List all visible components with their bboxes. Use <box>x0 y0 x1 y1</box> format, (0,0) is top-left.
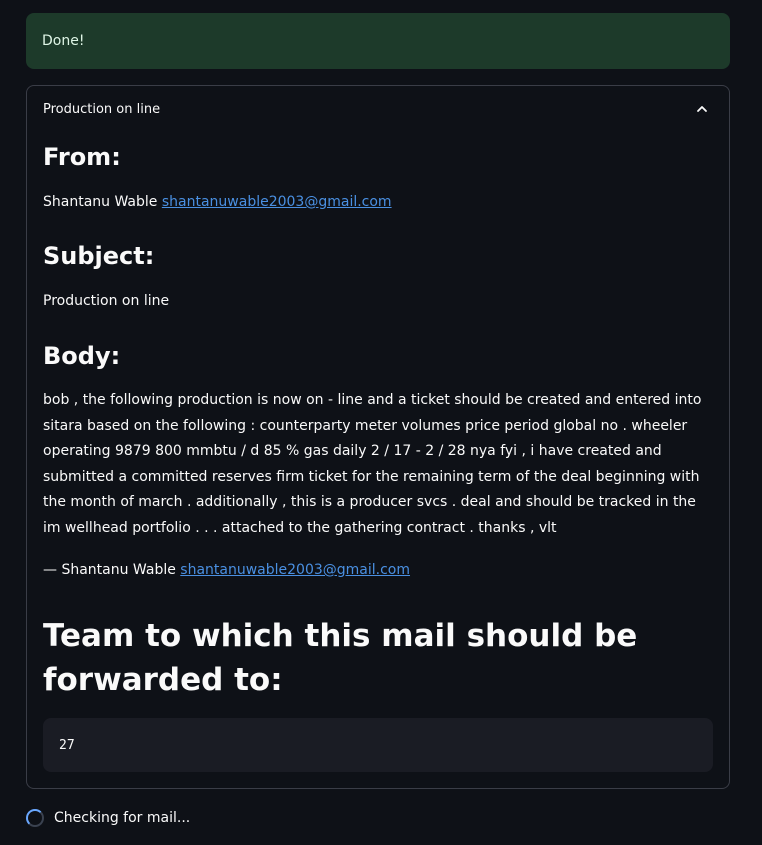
signature-line: — Shantanu Wable shantanuwable2003@gmail… <box>43 558 715 584</box>
status-indicator: Checking for mail... <box>26 806 190 830</box>
team-heading: Team to which this mail should be forwar… <box>43 618 638 698</box>
app-page: Done! Production on line From: Shantanu … <box>0 0 762 845</box>
status-text: Checking for mail... <box>54 810 191 826</box>
success-alert: Done! <box>26 13 730 69</box>
from-name: Shantanu Wable <box>43 194 158 210</box>
spinner-icon <box>26 809 44 827</box>
email-expander: Production on line From: Shantanu Wable … <box>26 85 730 789</box>
from-line: Shantanu Wable shantanuwable2003@gmail.c… <box>43 190 715 216</box>
signature-email-link[interactable]: shantanuwable2003@gmail.com <box>180 562 410 578</box>
chevron-up-icon[interactable] <box>695 102 709 116</box>
signature-name: — Shantanu Wable <box>43 562 176 578</box>
from-heading: From: <box>43 143 121 171</box>
subject-text: Production on line <box>43 293 170 309</box>
team-value: 27 <box>59 737 75 753</box>
success-alert-text: Done! <box>42 33 85 49</box>
from-email-link[interactable]: shantanuwable2003@gmail.com <box>162 194 392 210</box>
team-code-block: 27 <box>43 718 713 772</box>
subject-heading: Subject: <box>43 242 155 270</box>
expander-title: Production on line <box>43 102 161 117</box>
body-text: bob , the following production is now on… <box>43 392 702 536</box>
body-heading: Body: <box>43 342 121 370</box>
expander-header[interactable]: Production on line <box>27 86 729 132</box>
